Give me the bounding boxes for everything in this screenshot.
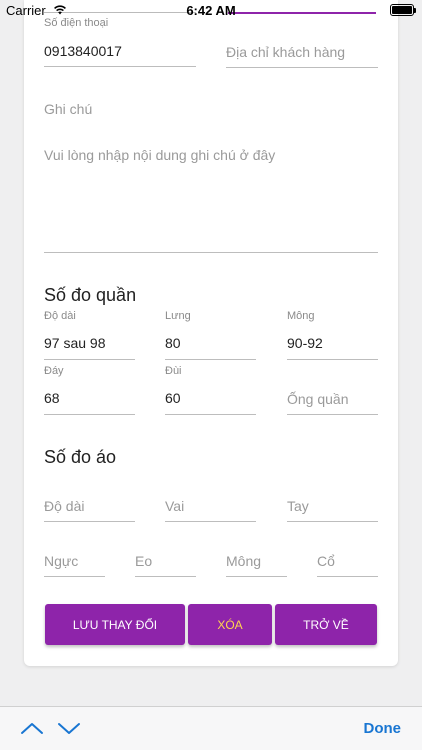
note-label: Ghi chú (44, 101, 93, 117)
chevron-down-icon[interactable] (57, 719, 81, 737)
shirt-chest-underline (44, 576, 105, 577)
pants-bottom-value: 68 (44, 390, 60, 406)
pants-leg-opening-placeholder: Ống quần (287, 391, 349, 407)
done-button[interactable]: Done (364, 720, 402, 737)
shirt-hips-placeholder: Mông (226, 553, 262, 569)
delete-button[interactable]: XÓA (188, 604, 272, 645)
shirt-waist-underline (135, 576, 196, 577)
shirt-chest-placeholder: Ngực (44, 553, 79, 569)
save-changes-button[interactable]: LƯU THAY ĐỔI (45, 604, 185, 645)
pants-bottom-underline (44, 414, 135, 415)
shirt-waist-placeholder: Eo (135, 553, 153, 569)
note-placeholder: Vui lòng nhập nội dung ghi chú ở đây (44, 147, 276, 163)
shirt-length-underline (44, 521, 135, 522)
form-card: Số điện thoại 0913840017 Địa chỉ khách h… (24, 0, 398, 666)
status-bar: Carrier 6:42 AM (0, 0, 422, 22)
address-underline (226, 67, 378, 68)
shirt-neck-underline (317, 576, 378, 577)
back-button[interactable]: TRỞ VỀ (275, 604, 377, 645)
shirt-shoulder-underline (165, 521, 256, 522)
keyboard-accessory-bar: Done (0, 706, 422, 750)
phone-value: 0913840017 (44, 43, 122, 59)
pants-length-label: Độ dài (44, 310, 76, 322)
shirt-hips-underline (226, 576, 287, 577)
pants-hips-value: 90-92 (287, 335, 323, 351)
shirt-sleeve-underline (287, 521, 378, 522)
shirt-sleeve-placeholder: Tay (287, 498, 309, 514)
pants-length-value: 97 sau 98 (44, 335, 106, 351)
pants-waist-underline (165, 359, 256, 360)
shirt-length-placeholder: Độ dài (44, 498, 85, 514)
battery-icon (390, 4, 416, 16)
note-underline (44, 252, 378, 253)
shirt-section-title: Số đo áo (44, 447, 117, 467)
shirt-neck-placeholder: Cổ (317, 553, 335, 569)
pants-section-title: Số đo quần (44, 285, 137, 305)
pants-hips-underline (287, 359, 378, 360)
chevron-up-icon[interactable] (20, 719, 44, 737)
pants-leg-opening-underline (287, 414, 378, 415)
pants-waist-value: 80 (165, 335, 181, 351)
pants-waist-label: Lưng (165, 310, 191, 322)
phone-underline (44, 66, 196, 67)
pants-thigh-underline (165, 414, 256, 415)
shirt-shoulder-placeholder: Vai (165, 498, 185, 514)
pants-length-underline (44, 359, 135, 360)
pants-bottom-label: Đáy (44, 365, 64, 377)
pants-thigh-label: Đùi (165, 365, 182, 377)
clock: 6:42 AM (186, 3, 236, 18)
pants-thigh-value: 60 (165, 390, 181, 406)
pants-hips-label: Mông (287, 310, 315, 322)
address-placeholder: Địa chỉ khách hàng (226, 44, 346, 60)
